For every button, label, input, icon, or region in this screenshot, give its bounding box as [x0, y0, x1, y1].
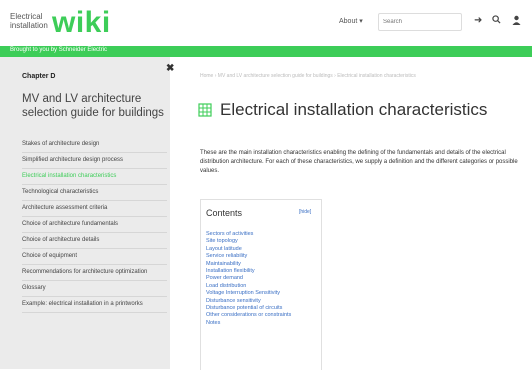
toc-link[interactable]: Disturbance sensitivity [206, 298, 320, 305]
sidebar-nav: Stakes of architecture design Simplified… [22, 137, 167, 313]
toc-heading: Contents [206, 208, 243, 218]
sidebar-item-stakes[interactable]: Stakes of architecture design [22, 137, 167, 153]
search-input[interactable] [378, 13, 462, 31]
chapter-label: Chapter D [22, 73, 56, 80]
page-title: Electrical installation characteristics [220, 100, 488, 119]
toc-link[interactable]: Maintainability [206, 261, 320, 268]
building-icon [198, 103, 212, 117]
toc-list: Sectors of activities Site topology Layo… [206, 231, 320, 327]
toc-link[interactable]: Power demand [206, 275, 320, 282]
sidebar-item-recommendations[interactable]: Recommendations for architecture optimiz… [22, 265, 167, 281]
sidebar-item-design-process[interactable]: Simplified architecture design process [22, 153, 167, 169]
sidebar-item-assessment[interactable]: Architecture assessment criteria [22, 201, 167, 217]
main-content: Home › MV and LV architecture selection … [170, 57, 532, 370]
table-of-contents: Contents [hide] Sectors of activities Si… [200, 199, 322, 370]
logo-small-text: Electrical installation [10, 12, 48, 30]
toc-link[interactable]: Other considerations or constraints [206, 312, 320, 319]
intro-paragraph: These are the main installation characte… [200, 150, 518, 174]
toc-link[interactable]: Load distribution [206, 283, 320, 290]
top-header: Electrical installation wiki About ▾ ➜ [0, 0, 532, 47]
toc-link[interactable]: Voltage Interruption Sensitivity [206, 290, 320, 297]
toc-link[interactable]: Layout latitude [206, 246, 320, 253]
sponsor-text: Brought to you by Schneider Electric [10, 47, 108, 53]
sidebar-item-details[interactable]: Choice of architecture details [22, 233, 167, 249]
sidebar-item-glossary[interactable]: Glossary [22, 281, 167, 297]
sidebar-title: MV and LV architecture selection guide f… [22, 93, 164, 119]
sidebar: Chapter D MV and LV architecture selecti… [0, 57, 170, 369]
toc-link[interactable]: Installation flexibility [206, 268, 320, 275]
about-menu[interactable]: About ▾ [339, 17, 363, 25]
toc-link[interactable]: Service reliability [206, 253, 320, 260]
sidebar-item-technological[interactable]: Technological characteristics [22, 185, 167, 201]
breadcrumb[interactable]: Home › MV and LV architecture selection … [200, 73, 416, 79]
search-icon[interactable] [492, 15, 501, 27]
sidebar-item-equipment[interactable]: Choice of equipment [22, 249, 167, 265]
sponsor-banner: Brought to you by Schneider Electric [0, 46, 532, 57]
user-icon[interactable] [512, 15, 521, 28]
arrow-icon[interactable]: ➜ [474, 15, 482, 26]
toc-link[interactable]: Notes [206, 320, 320, 327]
logo-wiki-text: wiki [52, 6, 111, 39]
sidebar-item-installation-characteristics[interactable]: Electrical installation characteristics [22, 169, 167, 185]
sidebar-item-example[interactable]: Example: electrical installation in a pr… [22, 297, 167, 313]
toc-hide-link[interactable]: [hide] [299, 209, 311, 215]
toc-link[interactable]: Disturbance potential of circuits [206, 305, 320, 312]
sidebar-item-fundamentals[interactable]: Choice of architecture fundamentals [22, 217, 167, 233]
toc-link[interactable]: Site topology [206, 238, 320, 245]
toc-link[interactable]: Sectors of activities [206, 231, 320, 238]
